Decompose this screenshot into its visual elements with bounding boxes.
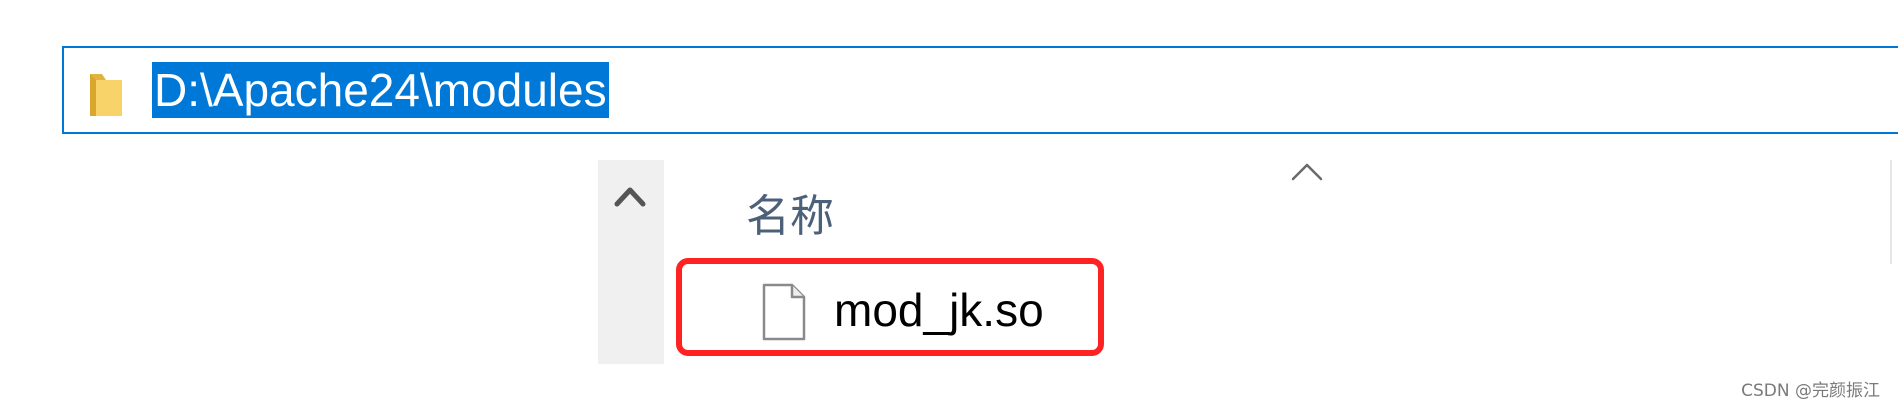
watermark-text: CSDN @完颜振江	[1741, 381, 1880, 401]
navigation-pane	[598, 160, 664, 364]
column-divider[interactable]	[1890, 160, 1892, 264]
address-bar[interactable]: D:\Apache24\modules	[62, 46, 1898, 134]
explorer-window: D:\Apache24\modules 名称 mod_jk.so CSDN @完…	[0, 0, 1898, 406]
column-header-name[interactable]: 名称	[746, 190, 834, 244]
file-row-mod-jk[interactable]: mod_jk.so	[676, 258, 1104, 356]
address-path-text[interactable]: D:\Apache24\modules	[152, 62, 609, 118]
file-icon	[760, 282, 808, 342]
sort-indicator-icon	[1290, 160, 1324, 182]
chevron-up-icon[interactable]	[612, 182, 648, 210]
folder-icon	[84, 66, 128, 122]
file-name: mod_jk.so	[834, 284, 1044, 336]
